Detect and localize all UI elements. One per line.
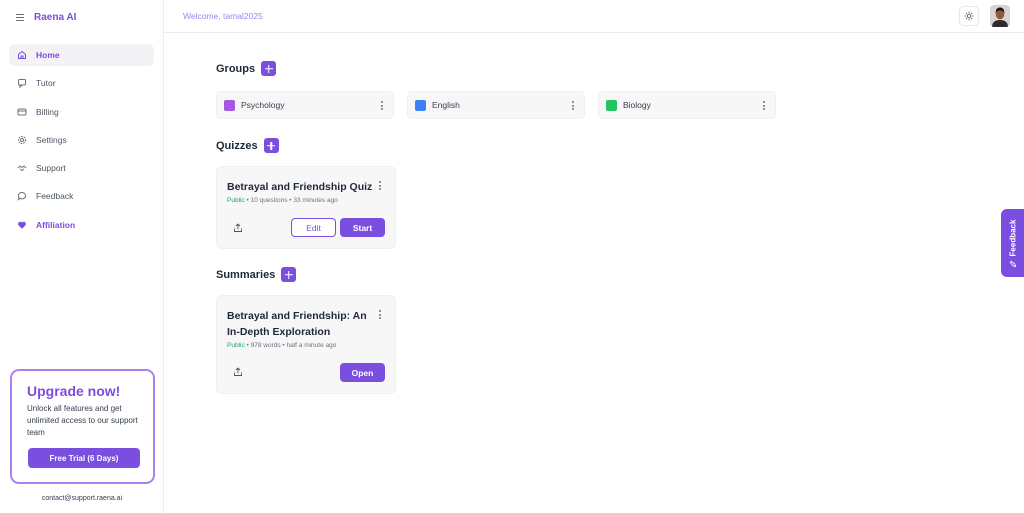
more-options-icon[interactable]: [572, 101, 574, 110]
quiz-title: Betrayal and Friendship Quiz: [227, 181, 373, 193]
quiz-details: • 10 questions • 33 minutes ago: [244, 197, 338, 204]
heart-icon: [18, 221, 26, 229]
sidebar-item-label: Billing: [36, 106, 59, 117]
group-name: English: [432, 100, 460, 110]
free-trial-button[interactable]: Free Trial (6 Days): [28, 448, 140, 468]
more-options-icon[interactable]: [379, 181, 381, 190]
home-icon: [18, 50, 26, 59]
quiz-card[interactable]: Betrayal and Friendship Quiz Public • 10…: [216, 166, 396, 249]
upgrade-card: Upgrade now! Unlock all features and get…: [10, 369, 155, 484]
upgrade-text: Unlock all features and get unlimited ac…: [27, 404, 138, 437]
sidebar-item-tutor[interactable]: Tutor: [9, 72, 154, 94]
edit-button[interactable]: Edit: [291, 218, 336, 237]
top-bar: Welcome, tamal2025: [164, 0, 1024, 33]
more-options-icon[interactable]: [379, 310, 381, 319]
pen-icon: [1009, 260, 1016, 267]
sidebar-item-feedback[interactable]: Feedback: [9, 185, 154, 207]
sidebar-nav: Home Tutor Billing Settings Support Feed…: [9, 44, 154, 242]
summary-meta: Public • 978 words • half a minute ago: [227, 342, 336, 349]
sidebar-item-label: Home: [36, 50, 60, 60]
sidebar-item-home[interactable]: Home: [9, 44, 154, 66]
sidebar: Raena AI Home Tutor Billing Settings Sup…: [0, 0, 164, 513]
handshake-icon: [17, 165, 27, 172]
sidebar-item-billing[interactable]: Billing: [9, 101, 154, 123]
group-card-english[interactable]: English: [407, 91, 585, 119]
quizzes-header: Quizzes: [216, 138, 279, 153]
hamburger-menu-icon[interactable]: [16, 13, 24, 21]
start-button[interactable]: Start: [340, 218, 385, 237]
welcome-text: Welcome, tamal2025: [183, 11, 263, 21]
sidebar-item-support[interactable]: Support: [9, 157, 154, 179]
more-options-icon[interactable]: [381, 101, 383, 110]
add-group-button[interactable]: [261, 61, 277, 76]
theme-toggle-button[interactable]: [959, 6, 979, 26]
add-summary-button[interactable]: [281, 267, 297, 282]
sidebar-item-settings[interactable]: Settings: [9, 129, 154, 151]
chat-icon: [18, 79, 26, 89]
credit-card-icon: [17, 108, 27, 116]
group-color-swatch: [224, 99, 235, 111]
feedback-tab-label: Feedback: [1008, 219, 1017, 256]
summary-card[interactable]: Betrayal and Friendship: An In-Depth Exp…: [216, 295, 396, 394]
add-quiz-button[interactable]: [263, 138, 279, 153]
sidebar-item-label: Settings: [36, 134, 67, 145]
sun-icon: [964, 11, 974, 21]
avatar[interactable]: [990, 5, 1010, 27]
contact-email[interactable]: contact@support.raena.ai: [0, 495, 164, 502]
group-color-swatch: [415, 99, 426, 111]
brand: Raena AI: [16, 10, 76, 24]
summary-details: • 978 words • half a minute ago: [244, 342, 337, 349]
quizzes-title: Quizzes: [216, 139, 258, 152]
more-options-icon[interactable]: [763, 101, 765, 110]
group-name: Biology: [623, 100, 651, 110]
visibility-badge: Public: [227, 197, 245, 204]
app-title: Raena AI: [34, 11, 77, 23]
sidebar-item-label: Feedback: [36, 191, 74, 202]
group-color-swatch: [606, 99, 617, 111]
summaries-header: Summaries: [216, 267, 297, 282]
message-icon: [17, 192, 27, 202]
group-card-psychology[interactable]: Psychology: [216, 91, 394, 119]
open-button[interactable]: Open: [340, 363, 385, 382]
sidebar-item-label: Tutor: [36, 78, 56, 89]
group-card-biology[interactable]: Biology: [598, 91, 776, 119]
share-icon[interactable]: [233, 367, 243, 377]
sidebar-item-label: Affiliation: [36, 219, 76, 230]
quiz-meta: Public • 10 questions • 33 minutes ago: [227, 197, 338, 204]
summary-title: Betrayal and Friendship: An In-Depth Exp…: [227, 310, 367, 338]
groups-header: Groups: [216, 61, 277, 76]
visibility-badge: Public: [227, 342, 245, 349]
app-root: Raena AI Home Tutor Billing Settings Sup…: [0, 0, 1024, 513]
gear-icon: [18, 135, 26, 144]
sidebar-item-label: Support: [36, 163, 66, 174]
summaries-title: Summaries: [216, 268, 276, 281]
share-icon[interactable]: [233, 223, 243, 233]
feedback-tab[interactable]: Feedback: [1001, 209, 1024, 277]
groups-title: Groups: [216, 62, 256, 75]
sidebar-item-affiliation[interactable]: Affiliation: [9, 214, 154, 236]
upgrade-title: Upgrade now!: [27, 383, 121, 399]
group-name: Psychology: [241, 100, 285, 110]
